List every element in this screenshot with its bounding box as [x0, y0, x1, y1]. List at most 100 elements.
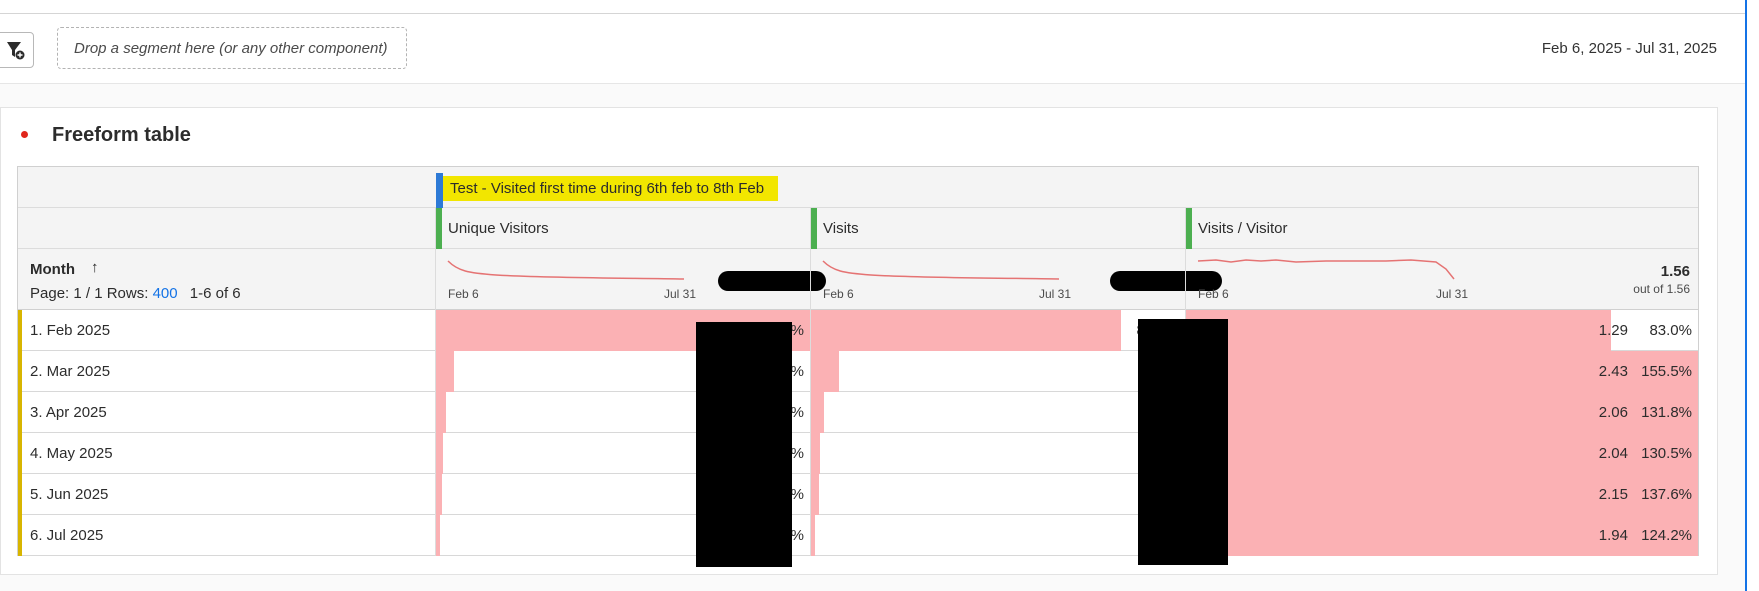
column-divider	[810, 208, 811, 555]
bar-fill	[811, 310, 1121, 351]
metric-header-visits-per-visitor[interactable]: Visits / Visitor	[1186, 208, 1698, 249]
bar-fill	[1186, 310, 1611, 351]
spark-start-label: Feb 6	[823, 287, 854, 301]
panel-title[interactable]: Freeform table	[52, 124, 191, 147]
cell-visits-per-visitor: 2.04 130.5%	[1186, 433, 1698, 474]
row-indicator	[18, 515, 22, 556]
segment-label: Test - Visited first time during 6th feb…	[450, 180, 765, 197]
segment-dropzone[interactable]: Drop a segment here (or any other compon…	[57, 27, 407, 69]
table-row[interactable]: 1. Feb 2025100.0%83.0%1.2983.0%	[18, 310, 1698, 351]
metric-label: Visits	[823, 220, 859, 237]
metric-drag-handle[interactable]	[436, 208, 442, 249]
dropzone-placeholder: Drop a segment here (or any other compon…	[74, 39, 388, 57]
cell-value: 1.29	[1598, 322, 1628, 339]
cell-visits: 3.5%	[811, 392, 1185, 433]
bar-fill	[811, 351, 839, 392]
spark-end-label: Jul 31	[1039, 287, 1072, 301]
cell-value: 2.06	[1598, 404, 1628, 421]
cell-percent: 130.5%	[1641, 445, 1692, 462]
row-indicator	[18, 433, 22, 474]
table-row[interactable]: 6. Jul 20251.0%1.2%1.94124.2%	[18, 515, 1698, 556]
sparkline-visits-per-visitor	[1197, 259, 1455, 280]
segment-drop-row: Drop a segment here (or any other compon…	[0, 14, 1745, 84]
cell-visits-per-visitor: 2.43 155.5%	[1186, 351, 1698, 392]
rows-selector[interactable]: 400	[153, 285, 178, 302]
bar-fill	[436, 433, 443, 474]
bar-fill	[436, 351, 454, 392]
metric-header-unique-visitors[interactable]: Unique Visitors	[436, 208, 811, 249]
cell-value: 2.04	[1598, 445, 1628, 462]
bar-fill	[436, 474, 442, 515]
redacted-values	[696, 322, 792, 567]
spark-end-label: Jul 31	[1436, 287, 1469, 301]
arrow-up-icon[interactable]: ↑	[91, 259, 99, 276]
metric-drag-handle[interactable]	[1186, 208, 1192, 249]
spark-start-label: Feb 6	[1198, 287, 1229, 301]
cell-visits-per-visitor: 1.29 83.0%	[1186, 310, 1698, 351]
table-row[interactable]: 2. Mar 20254.9%7.6%2.43155.5%	[18, 351, 1698, 392]
sparkline-unique-visitors	[447, 260, 685, 280]
top-bar	[0, 0, 1745, 14]
cell-percent: 124.2%	[1641, 527, 1692, 544]
bar-fill	[811, 433, 820, 474]
bar-fill	[436, 515, 440, 556]
bar-fill	[811, 515, 815, 556]
redacted-values	[1138, 319, 1228, 565]
row-indicator	[18, 310, 22, 351]
metric-label: Unique Visitors	[448, 220, 549, 237]
cell-visits: 1.2%	[811, 515, 1185, 556]
table-row[interactable]: 5. Jun 20251.6%2.1%2.15137.6%	[18, 474, 1698, 515]
row-dimension-label[interactable]: 5. Jun 2025	[30, 486, 108, 503]
row-dimension-label[interactable]: 2. Mar 2025	[30, 363, 110, 380]
right-rail	[1745, 0, 1759, 591]
page-label: Page: 1 / 1 Rows:	[30, 285, 149, 302]
panel-status-dot	[21, 131, 28, 138]
column-divider	[435, 208, 436, 555]
row-dimension-label[interactable]: 3. Apr 2025	[30, 404, 107, 421]
cell-percent: 137.6%	[1641, 486, 1692, 503]
cell-visits-per-visitor: 1.94 124.2%	[1186, 515, 1698, 556]
table-row[interactable]: 4. May 20251.9%2.5%2.04130.5%	[18, 433, 1698, 474]
cell-visits: 2.5%	[811, 433, 1185, 474]
cell-visits-per-visitor: 2.06 131.8%	[1186, 392, 1698, 433]
filter-button[interactable]	[0, 32, 34, 68]
cell-percent: 155.5%	[1641, 363, 1692, 380]
cell-percent: 83.0%	[1649, 322, 1692, 339]
bar-fill	[811, 392, 824, 433]
analysis-workspace: Drop a segment here (or any other compon…	[0, 0, 1759, 591]
row-dimension-label[interactable]: 1. Feb 2025	[30, 322, 110, 339]
bar-fill	[436, 392, 446, 433]
dimension-header[interactable]: Month	[30, 261, 75, 278]
cell-visits: 7.6%	[811, 351, 1185, 392]
cell-visits: 2.1%	[811, 474, 1185, 515]
segment-header-row: Test - Visited first time during 6th feb…	[18, 167, 1698, 212]
spark-end-label: Jul 31	[664, 287, 697, 301]
row-indicator	[18, 474, 22, 515]
range-label: 1-6 of 6	[189, 285, 241, 302]
segment-chip[interactable]: Test - Visited first time during 6th feb…	[436, 173, 779, 212]
row-dimension-label[interactable]: 4. May 2025	[30, 445, 113, 462]
cell-visits-per-visitor: 2.15 137.6%	[1186, 474, 1698, 515]
bar-fill	[811, 474, 819, 515]
row-indicator	[18, 392, 22, 433]
filter-plus-icon	[7, 42, 25, 60]
sparkline-visits	[822, 260, 1060, 280]
cell-value: 2.15	[1598, 486, 1628, 503]
segment-color-bar	[436, 173, 443, 212]
total-sub: out of 1.56	[1633, 282, 1690, 296]
total-value: 1.56	[1660, 263, 1690, 280]
metric-header-visits[interactable]: Visits	[811, 208, 1186, 249]
metric-drag-handle[interactable]	[811, 208, 817, 249]
cell-percent: 131.8%	[1641, 404, 1692, 421]
spark-start-label: Feb 6	[448, 287, 479, 301]
summary-row: Month ↑ Page: 1 / 1 Rows: 400 1-6 of 6 F…	[18, 249, 1698, 310]
row-dimension-label[interactable]: 6. Jul 2025	[30, 527, 103, 544]
pagination: Page: 1 / 1 Rows: 400 1-6 of 6	[30, 285, 241, 302]
table-row[interactable]: 3. Apr 20252.7%3.5%2.06131.8%	[18, 392, 1698, 433]
row-indicator	[18, 351, 22, 392]
freeform-panel: Freeform table Test - Visited first time…	[0, 107, 1718, 575]
cell-value: 1.94	[1598, 527, 1628, 544]
cell-value: 2.43	[1598, 363, 1628, 380]
date-range[interactable]: Feb 6, 2025 - Jul 31, 2025	[1542, 40, 1717, 57]
metric-header-row: Unique Visitors Visits Visits / Visitor	[18, 208, 1698, 249]
